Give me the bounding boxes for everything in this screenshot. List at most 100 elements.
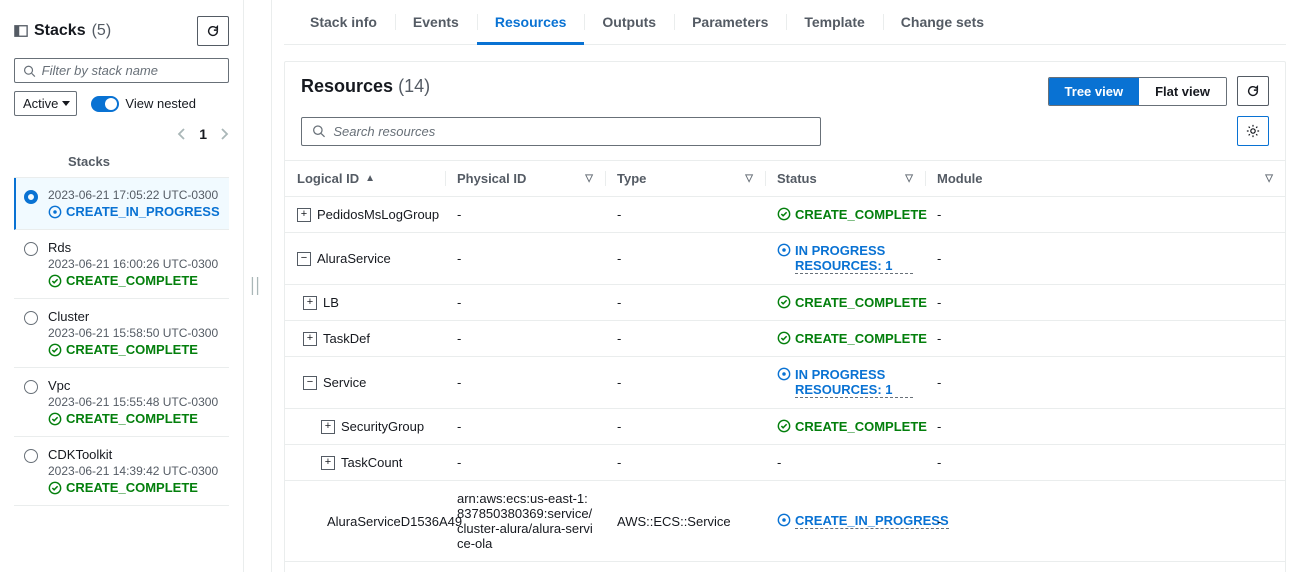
- status-value: CREATE_COMPLETE: [777, 419, 913, 434]
- status-value: CREATE_COMPLETE: [777, 295, 913, 310]
- stack-radio[interactable]: [24, 190, 38, 204]
- col-status[interactable]: Status▽: [765, 161, 925, 196]
- col-type[interactable]: Type▽: [605, 161, 765, 196]
- table-row: +TaskCount----: [285, 445, 1285, 481]
- refresh-icon: [1246, 84, 1260, 98]
- expand-icon[interactable]: +: [303, 332, 317, 346]
- refresh-icon: [206, 24, 220, 38]
- expand-icon[interactable]: +: [303, 296, 317, 310]
- tab-change-sets[interactable]: Change sets: [883, 0, 1002, 44]
- status-value: -: [777, 455, 781, 470]
- refresh-resources-button[interactable]: [1237, 76, 1269, 106]
- stack-name: CDKToolkit: [48, 447, 221, 462]
- module-cell: -: [925, 445, 1285, 480]
- expand-icon[interactable]: −: [303, 376, 317, 390]
- type-cell: -: [605, 562, 765, 572]
- filter-icon: ▽: [905, 173, 913, 184]
- logical-id-cell: +CDKMetadata: [285, 562, 445, 572]
- module-cell: -: [925, 409, 1285, 444]
- col-module[interactable]: Module▽: [925, 161, 1285, 196]
- stack-radio[interactable]: [24, 242, 38, 256]
- physical-id-cell: -: [445, 197, 605, 232]
- type-cell: -: [605, 409, 765, 444]
- view-nested-toggle[interactable]: View nested: [91, 96, 196, 112]
- stack-item[interactable]: Cluster2023-06-21 15:58:50 UTC-0300CREAT…: [14, 299, 229, 368]
- expand-icon[interactable]: +: [321, 420, 335, 434]
- collapse-panel-icon[interactable]: [14, 24, 28, 38]
- resources-panel: Resources (14) Tree view Flat view: [284, 61, 1286, 572]
- resource-search-input[interactable]: [301, 117, 821, 146]
- table-row: AluraServiceD1536A49arn:aws:ecs:us-east-…: [285, 481, 1285, 562]
- stack-status: CREATE_IN_PROGRESS: [48, 204, 221, 219]
- resources-table: Logical ID▲ Physical ID▽ Type▽ Status▽ M…: [285, 160, 1285, 572]
- module-cell: -: [925, 285, 1285, 320]
- stack-item[interactable]: Rds2023-06-21 16:00:26 UTC-0300CREATE_CO…: [14, 230, 229, 299]
- stack-timestamp: 2023-06-21 16:00:26 UTC-0300: [48, 257, 221, 271]
- col-physical-id[interactable]: Physical ID▽: [445, 161, 605, 196]
- type-cell: -: [605, 365, 765, 400]
- filter-icon: ▽: [745, 173, 753, 184]
- stack-status: CREATE_COMPLETE: [48, 480, 221, 495]
- stack-radio[interactable]: [24, 449, 38, 463]
- logical-id: AluraService: [317, 251, 391, 266]
- stack-radio[interactable]: [24, 311, 38, 325]
- stack-filter-input[interactable]: [14, 58, 229, 83]
- col-logical-id[interactable]: Logical ID▲: [285, 161, 445, 196]
- stacks-pager: 1: [14, 126, 229, 142]
- type-cell: -: [605, 321, 765, 356]
- stack-radio[interactable]: [24, 380, 38, 394]
- panel-title: Resources (14): [301, 76, 430, 97]
- stack-timestamp: 2023-06-21 15:55:48 UTC-0300: [48, 395, 221, 409]
- status-icon: [777, 419, 791, 433]
- physical-id-cell: -: [445, 409, 605, 444]
- table-row: −AluraService--IN PROGRESS RESOURCES: 1-: [285, 233, 1285, 285]
- physical-id-cell: -: [445, 241, 605, 276]
- expand-icon[interactable]: −: [297, 252, 311, 266]
- tab-resources[interactable]: Resources: [477, 0, 585, 44]
- module-cell: -: [925, 241, 1285, 276]
- drag-handle-icon: [251, 277, 265, 295]
- expand-icon[interactable]: +: [297, 208, 311, 222]
- tab-template[interactable]: Template: [786, 0, 882, 44]
- logical-id: AluraServiceD1536A49: [327, 514, 462, 529]
- search-icon: [312, 124, 325, 138]
- stack-timestamp: 2023-06-21 15:58:50 UTC-0300: [48, 326, 221, 340]
- stack-item[interactable]: CDKToolkit2023-06-21 14:39:42 UTC-0300CR…: [14, 437, 229, 506]
- module-cell: -: [925, 197, 1285, 232]
- stack-name: Rds: [48, 240, 221, 255]
- tab-stack-info[interactable]: Stack info: [292, 0, 395, 44]
- settings-button[interactable]: [1237, 116, 1269, 146]
- prev-page-button[interactable]: [177, 128, 187, 140]
- resize-divider[interactable]: [244, 0, 272, 572]
- next-page-button[interactable]: [219, 128, 229, 140]
- detail-tabs: Stack infoEventsResourcesOutputsParamete…: [284, 0, 1286, 45]
- module-cell: -: [925, 504, 1285, 539]
- status-value: CREATE_IN_PROGRESS: [777, 513, 913, 529]
- tab-outputs[interactable]: Outputs: [584, 0, 674, 44]
- stack-name: Vpc: [48, 378, 221, 393]
- tab-events[interactable]: Events: [395, 0, 477, 44]
- logical-id-cell: +PedidosMsLogGroup: [285, 197, 445, 232]
- toggle-switch-icon: [91, 96, 119, 112]
- logical-id-cell: −AluraService: [285, 241, 445, 276]
- module-cell: -: [925, 562, 1285, 572]
- logical-id: Service: [323, 375, 366, 390]
- table-row: +PedidosMsLogGroup--CREATE_COMPLETE-: [285, 197, 1285, 233]
- filter-icon: ▽: [1265, 173, 1273, 184]
- tree-view-button[interactable]: Tree view: [1049, 78, 1140, 105]
- refresh-stacks-button[interactable]: [197, 16, 229, 46]
- logical-id: TaskDef: [323, 331, 370, 346]
- stack-item[interactable]: 2023-06-21 17:05:22 UTC-0300CREATE_IN_PR…: [14, 178, 229, 230]
- flat-view-button[interactable]: Flat view: [1139, 78, 1226, 105]
- stack-name: Cluster: [48, 309, 221, 324]
- module-cell: -: [925, 365, 1285, 400]
- tab-parameters[interactable]: Parameters: [674, 0, 786, 44]
- expand-icon[interactable]: +: [321, 456, 335, 470]
- stacks-list-header: Stacks: [14, 146, 229, 178]
- logical-id-cell: −Service: [285, 365, 445, 400]
- status-filter-select[interactable]: Active: [14, 91, 77, 116]
- status-icon: [777, 243, 791, 257]
- physical-id-cell: -: [445, 365, 605, 400]
- filter-icon: ▽: [585, 173, 593, 184]
- stack-item[interactable]: Vpc2023-06-21 15:55:48 UTC-0300CREATE_CO…: [14, 368, 229, 437]
